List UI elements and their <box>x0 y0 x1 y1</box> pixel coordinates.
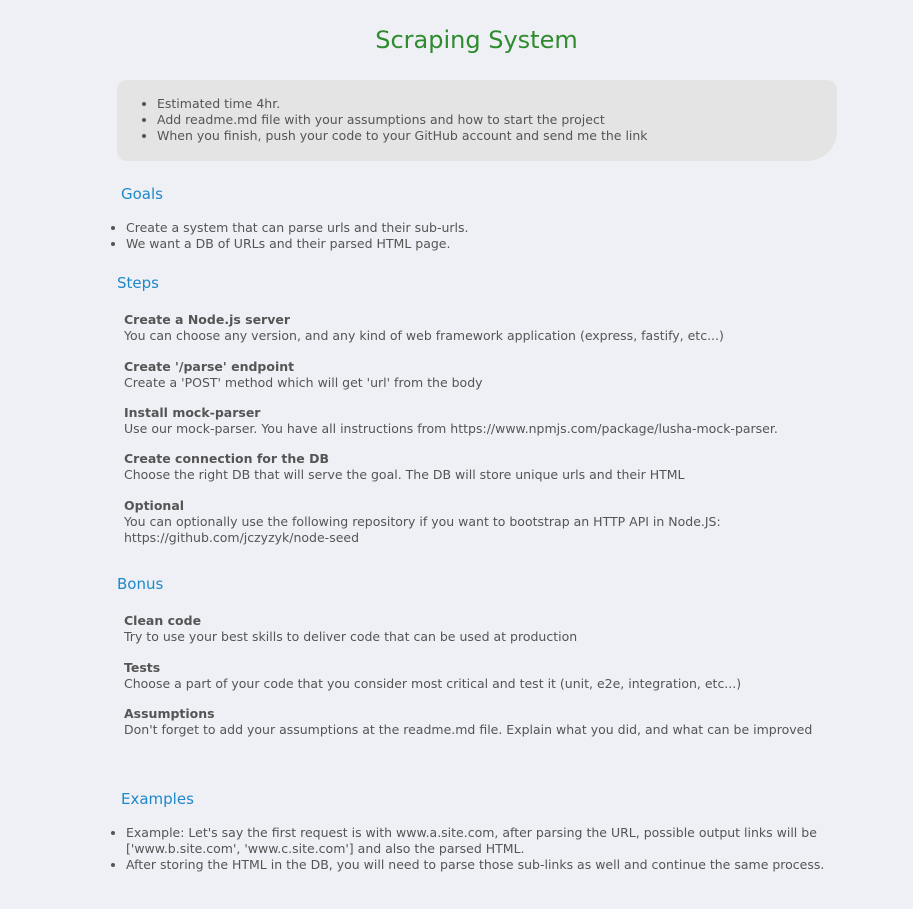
step-name: Install mock-parser <box>124 405 261 420</box>
step-desc: You can choose any version, and any kind… <box>124 328 724 343</box>
notes-item: When you finish, push your code to your … <box>157 128 648 144</box>
step-name: Optional <box>124 498 185 513</box>
step-desc: Use our mock-parser. You have all instru… <box>124 421 778 436</box>
notes-item: Add readme.md file with your assumptions… <box>157 112 648 128</box>
bonus-item: Tests Choose a part of your code that yo… <box>124 660 844 692</box>
steps-heading: Steps <box>117 274 159 292</box>
bonus-name: Clean code <box>124 613 202 628</box>
goals-list: Create a system that can parse urls and … <box>126 220 469 252</box>
bonus-desc: Choose a part of your code that you cons… <box>124 676 742 691</box>
bonus-name: Assumptions <box>124 706 215 721</box>
page: Scraping System Estimated time 4hr. Add … <box>0 0 913 909</box>
examples-item: Example: Let's say the first request is … <box>126 825 846 857</box>
step-item: Create a Node.js server You can choose a… <box>124 312 844 344</box>
step-desc: You can optionally use the following rep… <box>124 514 721 529</box>
notes-item: Estimated time 4hr. <box>157 96 648 112</box>
examples-line: Example: Let's say the first request is … <box>126 825 817 840</box>
notes-list: Estimated time 4hr. Add readme.md file w… <box>157 96 648 144</box>
step-item: Create '/parse' endpoint Create a 'POST'… <box>124 359 844 391</box>
bonus-desc: Don't forget to add your assumptions at … <box>124 722 813 737</box>
examples-list: Example: Let's say the first request is … <box>126 825 846 873</box>
bonus-item: Clean code Try to use your best skills t… <box>124 613 844 645</box>
step-item: Create connection for the DB Choose the … <box>124 451 844 483</box>
step-link[interactable]: https://github.com/jczyzyk/node-seed <box>124 530 844 546</box>
bonus-name: Tests <box>124 660 161 675</box>
step-item: Install mock-parser Use our mock-parser.… <box>124 405 844 437</box>
page-title: Scraping System <box>375 26 578 54</box>
step-name: Create connection for the DB <box>124 451 329 466</box>
examples-line: After storing the HTML in the DB, you wi… <box>126 857 825 872</box>
examples-heading: Examples <box>121 790 194 808</box>
goals-heading: Goals <box>121 185 163 203</box>
goals-item: Create a system that can parse urls and … <box>126 220 469 236</box>
bonus-item: Assumptions Don't forget to add your ass… <box>124 706 844 738</box>
examples-line: ['www.b.site.com', 'www.c.site.com'] and… <box>126 841 525 856</box>
examples-item: After storing the HTML in the DB, you wi… <box>126 857 846 873</box>
step-item: Optional You can optionally use the foll… <box>124 498 844 546</box>
step-name: Create '/parse' endpoint <box>124 359 295 374</box>
bonus-heading: Bonus <box>117 575 164 593</box>
notes-box: Estimated time 4hr. Add readme.md file w… <box>117 80 837 161</box>
step-desc: Choose the right DB that will serve the … <box>124 467 685 482</box>
step-desc: Create a 'POST' method which will get 'u… <box>124 375 483 390</box>
goals-item: We want a DB of URLs and their parsed HT… <box>126 236 469 252</box>
step-name: Create a Node.js server <box>124 312 291 327</box>
bonus-desc: Try to use your best skills to deliver c… <box>124 629 578 644</box>
